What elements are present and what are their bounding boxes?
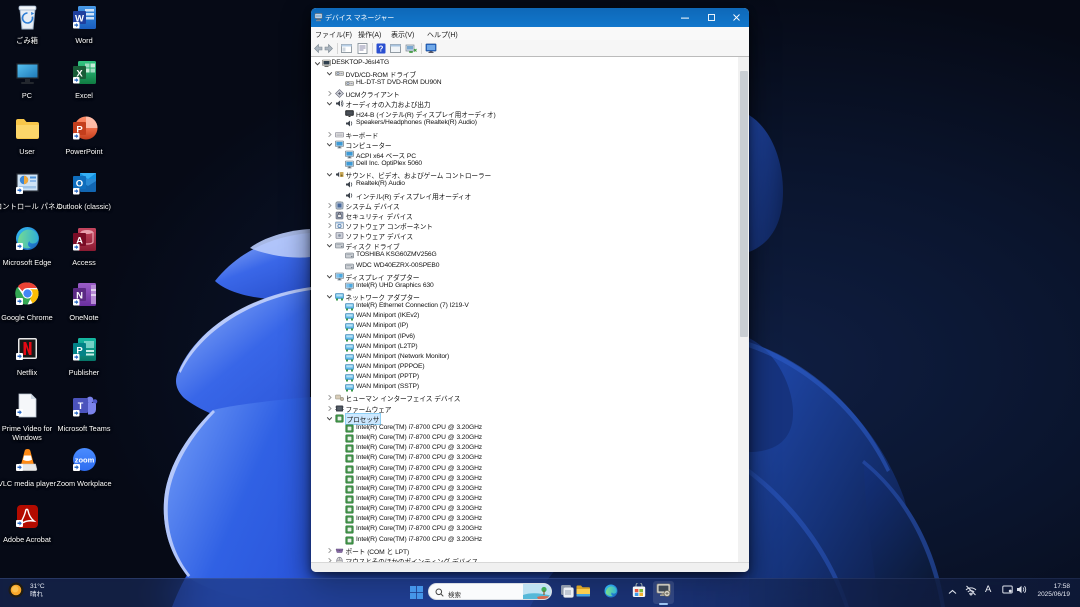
svg-text:zoom: zoom: [74, 456, 94, 465]
svg-text:?: ?: [379, 45, 384, 54]
svg-text:O: O: [75, 179, 82, 190]
svg-text:T: T: [77, 401, 83, 411]
